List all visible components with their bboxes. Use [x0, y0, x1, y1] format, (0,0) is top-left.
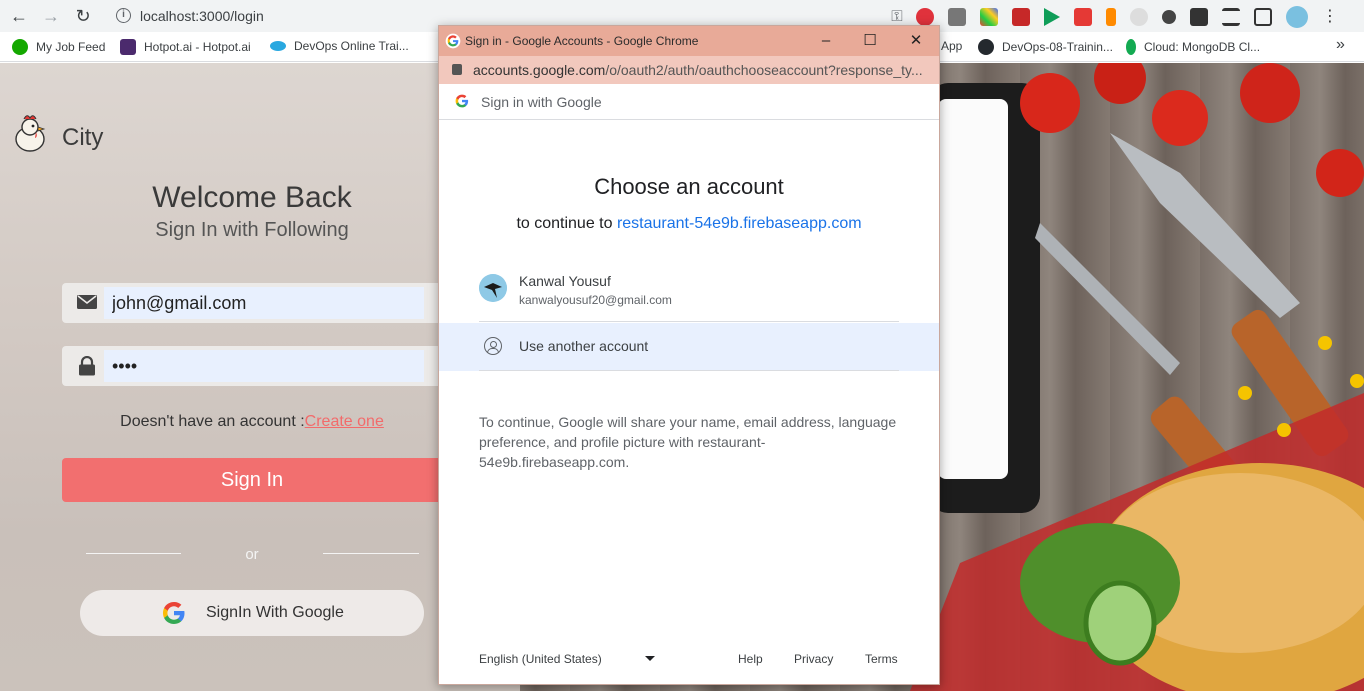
lock-icon — [452, 64, 462, 75]
bookmark-label: App — [941, 39, 963, 53]
minimize-icon[interactable]: – — [815, 30, 837, 52]
extensions-bar: ⋮ — [916, 6, 1342, 28]
lock-icon — [76, 355, 98, 376]
github-icon — [978, 39, 994, 55]
language-select[interactable]: English (United States) — [479, 652, 602, 666]
back-icon[interactable]: ← — [8, 5, 30, 27]
account-email: kanwalyousuf20@gmail.com — [519, 293, 672, 307]
use-another-account[interactable]: Use another account — [439, 323, 939, 371]
google-button-label: SignIn With Google — [206, 604, 344, 621]
maximize-icon[interactable]: ☐ — [859, 30, 881, 52]
popup-titlebar[interactable]: Sign in - Google Accounts - Google Chrom… — [439, 26, 939, 56]
reading-list-icon[interactable] — [1222, 8, 1240, 26]
welcome-title: Welcome Back — [152, 181, 352, 214]
bookmark-item[interactable]: My Job Feed — [12, 39, 105, 55]
hotpot-icon — [120, 39, 136, 55]
forward-icon[interactable]: → — [40, 5, 62, 27]
account-circle-icon — [484, 337, 502, 355]
upwork-icon — [12, 39, 28, 55]
bookmark-item[interactable]: DevOps Online Trai... — [270, 39, 409, 53]
envelope-icon — [76, 293, 98, 313]
terms-link[interactable]: Terms — [865, 652, 898, 666]
google-favicon-icon — [445, 33, 461, 49]
privacy-notice: To continue, Google will share your name… — [479, 414, 897, 470]
eyedropper-icon[interactable] — [948, 8, 966, 26]
divider-left — [86, 553, 181, 554]
account-name: Kanwal Yousuf — [519, 273, 611, 289]
pdf-icon[interactable] — [1074, 8, 1092, 26]
reload-icon[interactable]: ↻ — [72, 5, 94, 27]
password-field[interactable] — [62, 346, 442, 386]
color-grid-icon[interactable] — [980, 8, 998, 26]
create-account-link[interactable]: Create one — [305, 413, 384, 430]
bookmark-item[interactable]: DevOps-08-Trainin... — [978, 39, 1113, 55]
divider-right — [323, 553, 419, 554]
popup-window-title: Sign in - Google Accounts - Google Chrom… — [465, 34, 699, 48]
menu-icon[interactable]: ⋮ — [1322, 8, 1338, 26]
email-field[interactable] — [62, 283, 442, 323]
popup-address-bar[interactable]: accounts.google.com/o/oauth2/auth/oauthc… — [439, 56, 939, 84]
avatar — [479, 274, 507, 302]
more-bookmarks-icon[interactable]: » — [1336, 36, 1345, 54]
google-header: Sign in with Google — [439, 84, 939, 120]
chevron-down-icon[interactable] — [645, 656, 655, 661]
use-another-label: Use another account — [519, 338, 649, 354]
password-input[interactable] — [104, 350, 424, 382]
choose-account-title: Choose an account — [594, 174, 784, 199]
bookmark-item[interactable]: Hotpot.ai - Hotpot.ai — [120, 39, 251, 55]
close-icon[interactable]: ✕ — [905, 30, 927, 52]
help-link[interactable]: Help — [738, 652, 763, 666]
cookie-icon[interactable] — [1162, 10, 1176, 24]
signup-row: Doesn't have an account :Create one — [62, 413, 442, 431]
site-info-icon[interactable]: i — [116, 8, 131, 23]
bookmark-item[interactable]: App — [941, 39, 962, 53]
bookmark-label: My Job Feed — [36, 40, 106, 54]
video-icon[interactable] — [1012, 8, 1030, 26]
puzzle-icon[interactable] — [1190, 8, 1208, 26]
profile-icon[interactable] — [1286, 6, 1308, 28]
bookmark-label: DevOps Online Trai... — [294, 39, 409, 53]
brand-name: City — [62, 124, 104, 151]
google-signin-button[interactable]: SignIn With Google — [80, 590, 424, 636]
play-icon[interactable] — [1044, 8, 1060, 26]
address-url[interactable]: localhost:3000/login — [140, 8, 264, 24]
chicken-logo-icon — [15, 115, 46, 152]
devops-icon — [270, 41, 286, 51]
ghost-icon[interactable] — [1130, 8, 1148, 26]
popup-url[interactable]: accounts.google.com/o/oauth2/auth/oauthc… — [473, 62, 928, 78]
adblock-icon[interactable] — [916, 8, 934, 26]
google-icon — [163, 602, 185, 624]
google-header-label: Sign in with Google — [481, 94, 602, 110]
bookmark-label: DevOps-08-Trainin... — [1002, 40, 1113, 54]
signup-prompt: Doesn't have an account : — [120, 413, 305, 430]
bookmark-label: Hotpot.ai - Hotpot.ai — [144, 40, 251, 54]
divider — [479, 370, 899, 371]
google-icon — [455, 94, 469, 108]
bookmark-item[interactable]: Cloud: MongoDB Cl... — [1126, 39, 1260, 55]
or-label: or — [245, 546, 259, 563]
continue-subtitle: to continue to restaurant-54e9b.firebase… — [439, 215, 939, 233]
mongodb-icon — [1126, 39, 1136, 55]
bing-icon[interactable] — [1106, 8, 1116, 26]
email-input[interactable] — [104, 287, 424, 319]
url-host: accounts.google.com — [473, 62, 606, 78]
key-icon[interactable]: ⚿ — [886, 8, 908, 25]
sidepanel-icon[interactable] — [1254, 8, 1272, 26]
app-domain-link[interactable]: restaurant-54e9b.firebaseapp.com — [617, 215, 862, 232]
account-row[interactable]: Kanwal Yousuf kanwalyousuf20@gmail.com — [479, 260, 899, 322]
google-signin-popup: Sign in - Google Accounts - Google Chrom… — [438, 25, 940, 685]
url-path: /o/oauth2/auth/oauthchooseaccount?respon… — [605, 62, 923, 78]
privacy-link[interactable]: Privacy — [794, 652, 833, 666]
bookmark-label: Cloud: MongoDB Cl... — [1144, 40, 1261, 54]
welcome-subtitle: Sign In with Following — [155, 219, 349, 241]
continue-prefix: to continue to — [516, 215, 617, 232]
sign-in-button[interactable]: Sign In — [62, 458, 442, 502]
